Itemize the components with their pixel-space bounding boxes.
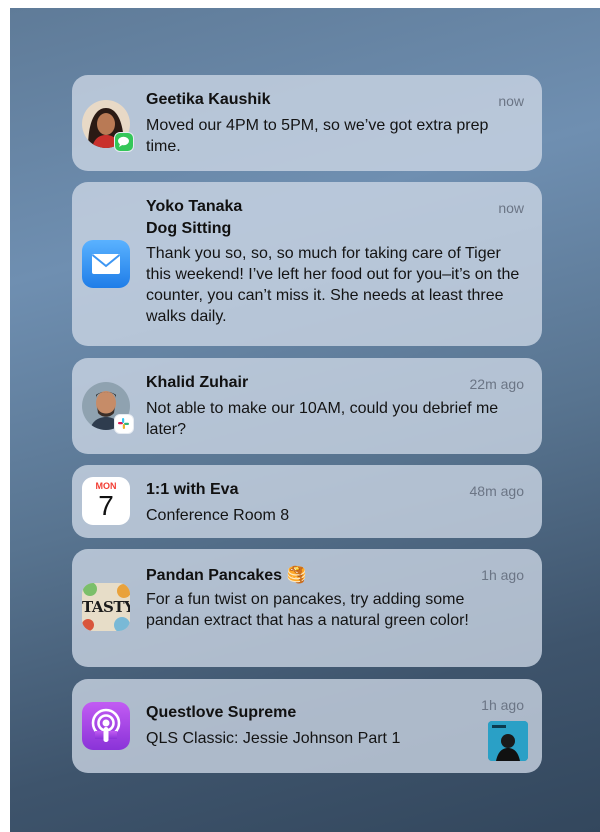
messages-icon — [114, 132, 134, 152]
notification-time: now — [498, 200, 524, 216]
notification-time: 1h ago — [481, 697, 524, 713]
mail-icon — [82, 240, 130, 288]
notification-pandan-pancakes[interactable]: TASTY Pandan Pancakes 🥞 1h ago For a fun… — [72, 549, 542, 667]
notification-body: Thank you so, so, so much for taking car… — [146, 245, 520, 325]
notification-yoko-tanaka[interactable]: Yoko Tanaka now Dog Sitting Thank you so… — [72, 182, 542, 346]
notification-title: Pandan Pancakes 🥞 — [146, 565, 306, 585]
notification-questlove-supreme[interactable]: Questlove Supreme 1h ago QLS Classic: Je… — [72, 679, 542, 773]
notification-title: Geetika Kaushik — [146, 91, 271, 108]
notification-time: 1h ago — [481, 567, 524, 583]
notification-title-text: Pandan Pancakes — [146, 567, 283, 584]
notification-body: Moved our 4PM to 5PM, so we’ve got extra… — [146, 117, 489, 155]
calendar-icon: MON 7 — [82, 477, 130, 525]
notification-body: Not able to make our 10AM, could you deb… — [146, 400, 499, 438]
notification-time: 22m ago — [469, 376, 524, 392]
notification-geetika-kaushik[interactable]: Geetika Kaushik now Moved our 4PM to 5PM… — [72, 75, 542, 171]
notification-body: For a fun twist on pancakes, try adding … — [146, 591, 469, 629]
podcasts-icon — [82, 702, 130, 750]
notification-title: Yoko Tanaka — [146, 198, 243, 215]
person-avatar-slack-badge — [82, 382, 134, 434]
slack-icon — [114, 414, 134, 434]
notification-subtitle: Dog Sitting — [146, 220, 232, 237]
notification-body: QLS Classic: Jessie Johnson Part 1 — [146, 730, 401, 747]
calendar-day: 7 — [98, 490, 114, 521]
person-avatar-messages-badge — [82, 100, 134, 152]
tasty-logo-text: TASTY — [82, 598, 130, 616]
tasty-icon: TASTY — [82, 583, 130, 631]
notification-body: Conference Room 8 — [146, 507, 290, 524]
notification-khalid-zuhair[interactable]: Khalid Zuhair 22m ago Not able to make o… — [72, 358, 542, 454]
notification-calendar-event[interactable]: MON 7 1:1 with Eva 48m ago Conference Ro… — [72, 465, 542, 538]
notification-time: now — [498, 93, 524, 109]
notification-title: 1:1 with Eva — [146, 481, 239, 498]
pancake-emoji: 🥞 — [286, 567, 307, 584]
podcast-artwork-thumbnail — [488, 721, 528, 761]
notification-time: 48m ago — [469, 483, 524, 499]
notification-title: Khalid Zuhair — [146, 374, 249, 391]
notification-title: Questlove Supreme — [146, 704, 297, 721]
